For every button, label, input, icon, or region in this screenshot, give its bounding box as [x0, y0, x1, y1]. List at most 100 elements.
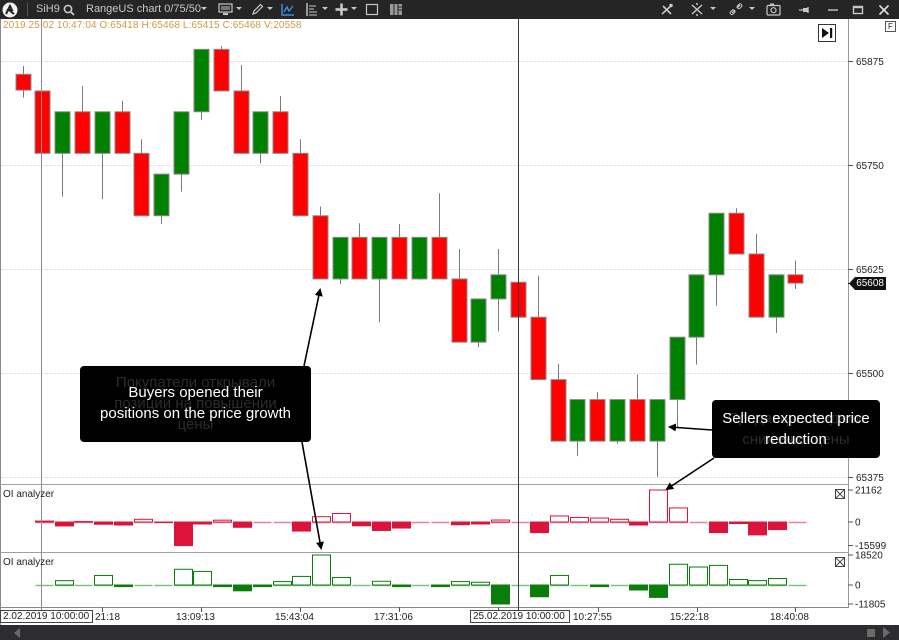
oi-bar[interactable] [233, 584, 252, 592]
oi-bar[interactable] [372, 580, 391, 587]
oi-bar[interactable] [292, 575, 311, 587]
oi-bar[interactable] [94, 521, 113, 525]
oi-bar[interactable] [669, 507, 688, 524]
oi-bar[interactable] [352, 521, 371, 527]
oi-bar[interactable] [768, 521, 787, 531]
oi-bar[interactable] [292, 521, 311, 532]
oi-bar[interactable] [372, 521, 391, 531]
oi-bar[interactable] [193, 521, 212, 525]
candle[interactable] [569, 399, 586, 457]
oi-bar[interactable] [332, 577, 351, 587]
oi-bar[interactable] [471, 581, 490, 587]
candle[interactable] [768, 274, 785, 334]
candle[interactable] [748, 234, 765, 318]
oi-bar[interactable] [550, 574, 569, 587]
oi-bar[interactable] [273, 581, 292, 587]
oi-bar[interactable] [491, 519, 510, 524]
oi-bar[interactable] [649, 489, 668, 524]
candle[interactable] [530, 275, 547, 381]
candle[interactable] [54, 111, 71, 197]
annotation-sellers[interactable]: Продавцы ожидали снижения цены Sellers e… [712, 400, 880, 458]
oi-bar[interactable] [669, 563, 688, 587]
oi-bar[interactable] [35, 520, 54, 524]
oi-bar[interactable] [451, 521, 470, 526]
oi-bar[interactable] [471, 521, 490, 525]
scroll-to-end-button[interactable] [818, 24, 836, 42]
candle[interactable] [252, 111, 269, 164]
candle[interactable] [550, 363, 567, 442]
candle[interactable] [34, 90, 51, 154]
oi-bar[interactable] [709, 564, 728, 587]
oi-bar[interactable] [55, 521, 74, 527]
oi-bar[interactable] [590, 584, 609, 588]
oi-bar[interactable] [253, 584, 272, 588]
candle[interactable] [15, 65, 32, 98]
candle[interactable] [133, 139, 150, 217]
candle[interactable] [629, 374, 646, 442]
candle[interactable] [193, 48, 210, 121]
oi-bar[interactable] [451, 581, 470, 587]
oi-bar[interactable] [530, 584, 549, 598]
oi-bar[interactable] [213, 519, 232, 524]
candle[interactable] [728, 208, 745, 255]
panel-close-button[interactable] [835, 557, 845, 567]
oi-bar[interactable] [431, 584, 450, 588]
scroll-left-icon[interactable] [13, 628, 21, 638]
oi-bar[interactable] [570, 516, 589, 524]
oi-bar[interactable] [709, 521, 728, 534]
candle[interactable] [411, 236, 428, 280]
candle[interactable] [688, 274, 705, 365]
oi-bar[interactable] [748, 580, 767, 587]
oi-bar[interactable] [174, 568, 193, 587]
annotation-buyers[interactable]: Покупатели открывали позиции на повышени… [80, 366, 311, 442]
candle[interactable] [669, 336, 686, 428]
horizontal-scrollbar[interactable] [0, 625, 899, 640]
candle[interactable] [114, 100, 131, 154]
candle[interactable] [74, 85, 91, 154]
oi-bar[interactable] [233, 521, 252, 528]
oi-bar[interactable] [729, 521, 748, 525]
candle[interactable] [431, 193, 448, 280]
oi-bar[interactable] [768, 578, 787, 587]
candle[interactable] [470, 298, 487, 348]
oi-bar[interactable] [729, 578, 748, 587]
oi-bar[interactable] [689, 566, 708, 587]
candle[interactable] [153, 173, 170, 225]
candle[interactable] [451, 249, 468, 343]
play-icon[interactable] [882, 627, 891, 638]
oi-bar[interactable] [530, 521, 549, 534]
oi-bar[interactable] [312, 554, 331, 587]
candle[interactable] [589, 392, 606, 442]
oi-bar[interactable] [134, 518, 153, 524]
oi-bar[interactable] [610, 518, 629, 524]
candle[interactable] [787, 260, 804, 289]
oi-bar[interactable] [213, 584, 232, 588]
candle[interactable] [371, 236, 388, 323]
oi-bar[interactable] [193, 570, 212, 587]
panel-close-button[interactable] [835, 489, 845, 499]
candle[interactable] [312, 206, 329, 280]
candle[interactable] [351, 223, 368, 280]
candle[interactable] [173, 111, 190, 192]
oi-bar[interactable] [94, 574, 113, 587]
candle[interactable] [94, 111, 111, 200]
oi-bar[interactable] [550, 515, 569, 524]
price-chart[interactable]: 6587565750656256550065375211620-15599185… [0, 0, 899, 640]
oi-bar[interactable] [392, 584, 411, 588]
oi-bar[interactable] [649, 584, 668, 598]
oi-bar[interactable] [629, 584, 648, 591]
oi-bar[interactable] [114, 584, 133, 588]
oi-bar[interactable] [55, 580, 74, 587]
stop-icon[interactable] [866, 628, 876, 638]
candle[interactable] [332, 236, 349, 284]
candle[interactable] [292, 139, 309, 217]
oi-bar[interactable] [629, 521, 648, 526]
oi-bar[interactable] [748, 521, 767, 536]
candle[interactable] [708, 212, 725, 306]
fit-button[interactable]: F [885, 21, 896, 32]
oi-bar[interactable] [74, 521, 93, 524]
oi-bar[interactable] [114, 521, 133, 526]
candle[interactable] [609, 399, 626, 444]
candle[interactable] [490, 249, 507, 332]
candle[interactable] [233, 65, 250, 154]
